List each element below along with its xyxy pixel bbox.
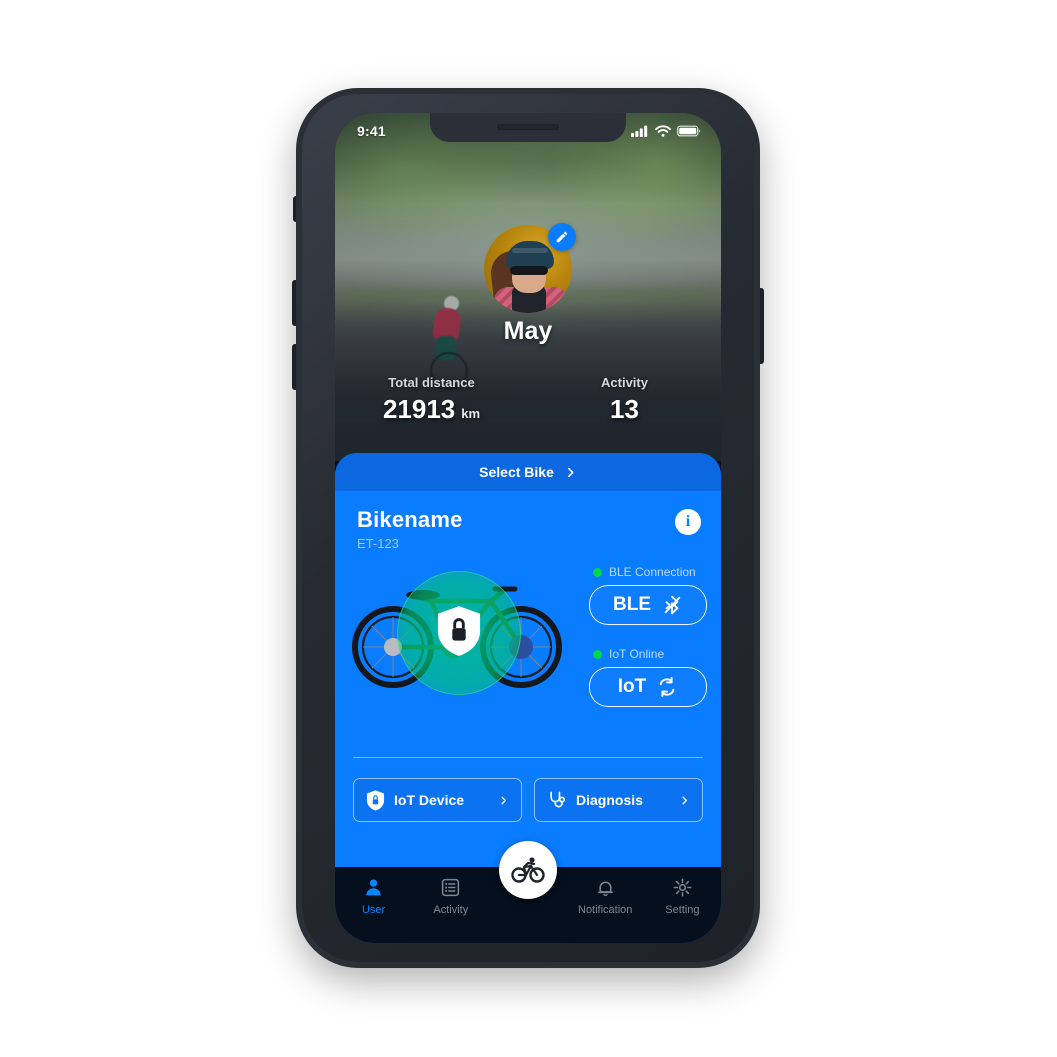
- stat-value: 13: [610, 394, 639, 424]
- ble-status: BLE Connection: [589, 565, 707, 579]
- ble-button[interactable]: BLE: [589, 585, 707, 625]
- action-label: Diagnosis: [576, 792, 643, 808]
- iot-status-label: IoT Online: [609, 647, 665, 661]
- status-time: 9:41: [357, 123, 386, 139]
- avatar[interactable]: [484, 223, 576, 313]
- phone-notch: [430, 113, 626, 142]
- iot-button[interactable]: IoT: [589, 667, 707, 707]
- status-dot-green: [593, 649, 602, 659]
- stat-total-distance: Total distance 21913 km: [335, 375, 528, 425]
- stat-label: Total distance: [388, 375, 475, 390]
- screenshot-canvas: May Total distance 21913 km Activity 13: [0, 0, 1057, 1057]
- pencil-icon: [556, 231, 568, 243]
- bike-illustration: [345, 569, 573, 695]
- user-icon: [366, 879, 381, 896]
- edit-avatar-button[interactable]: [548, 223, 576, 251]
- speaker-grille: [497, 124, 559, 130]
- phone-frame: May Total distance 21913 km Activity 13: [296, 88, 760, 968]
- status-dot-green: [593, 567, 602, 577]
- iot-device-button[interactable]: IoT Device: [353, 778, 522, 822]
- tab-notification[interactable]: Notification: [567, 877, 644, 916]
- stat-value: 21913: [382, 394, 456, 424]
- iot-button-label: IoT: [617, 676, 647, 697]
- bike-header: Bikename ET-123 i: [335, 491, 721, 551]
- shield-lock-icon: [437, 606, 481, 656]
- stethoscope-icon: [550, 791, 565, 808]
- tab-user[interactable]: User: [335, 877, 412, 916]
- select-bike-label: Select Bike: [479, 464, 554, 480]
- stat-label: Activity: [601, 375, 648, 390]
- info-icon[interactable]: i: [675, 509, 701, 535]
- chevron-right-icon: [682, 796, 688, 804]
- status-icons: [631, 125, 701, 137]
- section-divider: [353, 757, 703, 758]
- bike-body: BLE Connection BLE IoT Online IoT: [335, 557, 721, 757]
- tab-setting[interactable]: Setting: [644, 877, 721, 916]
- stat-activity: Activity 13: [528, 375, 721, 425]
- gear-icon: [673, 878, 692, 897]
- profile-stats: Total distance 21913 km Activity 13: [335, 375, 721, 425]
- cyclist-icon: [511, 857, 545, 883]
- iot-status: IoT Online: [589, 647, 707, 661]
- bike-name: Bikename: [357, 507, 463, 532]
- chevron-right-icon: [567, 467, 574, 477]
- list-icon: [442, 878, 460, 897]
- phone-screen: May Total distance 21913 km Activity 13: [335, 113, 721, 943]
- cellular-signal-icon: [631, 125, 648, 137]
- chevron-right-icon: [501, 796, 507, 804]
- wifi-icon: [655, 125, 671, 137]
- info-glyph: i: [685, 513, 691, 530]
- tab-label: Activity: [433, 904, 469, 916]
- bluetooth-off-icon: [664, 595, 681, 615]
- action-buttons: IoT Device Diagnosis: [335, 778, 721, 822]
- bell-icon: [597, 881, 613, 897]
- ride-fab-button[interactable]: [499, 841, 557, 899]
- profile-hero: May Total distance 21913 km Activity 13: [335, 113, 721, 461]
- bike-model: ET-123: [357, 536, 399, 551]
- tab-label: Setting: [665, 904, 700, 916]
- sync-icon: [659, 676, 675, 698]
- select-bike-button[interactable]: Select Bike: [335, 453, 721, 491]
- tab-label: Notification: [578, 904, 633, 916]
- tab-activity[interactable]: Activity: [412, 877, 489, 916]
- ble-button-label: BLE: [613, 594, 651, 615]
- profile-name: May: [503, 317, 553, 345]
- stat-unit: km: [461, 406, 481, 421]
- connection-panel: BLE Connection BLE IoT Online IoT: [589, 565, 707, 729]
- tab-label: User: [361, 904, 386, 916]
- diagnosis-button[interactable]: Diagnosis: [534, 778, 703, 822]
- battery-icon: [677, 125, 701, 137]
- ble-status-label: BLE Connection: [609, 565, 696, 579]
- action-label: IoT Device: [394, 792, 465, 808]
- shield-lock-icon: [366, 789, 385, 811]
